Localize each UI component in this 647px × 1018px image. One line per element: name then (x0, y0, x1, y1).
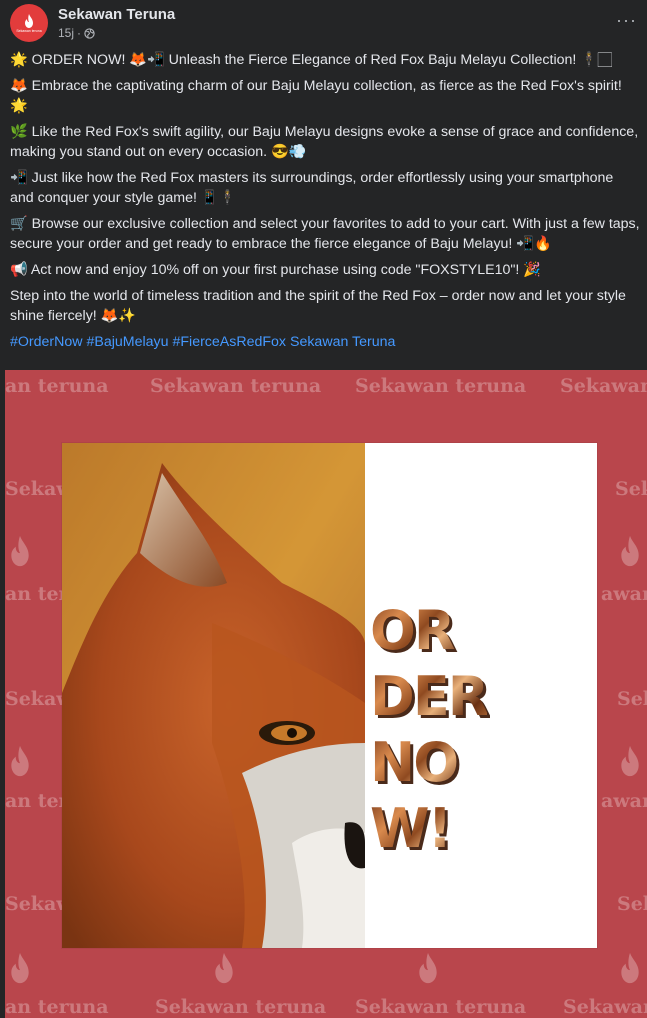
watermark-text: Sek (617, 893, 647, 915)
hashtags: #OrderNow #BajuMelayu #FierceAsRedFox Se… (10, 332, 640, 352)
order-line: DER (370, 665, 489, 728)
watermark-text: Sek (615, 478, 647, 500)
watermark-text: Sekawan teruna (560, 375, 647, 397)
order-line: W! (370, 796, 487, 862)
order-line: OR (370, 598, 487, 664)
watermark-text: Sekawan teruna (355, 375, 527, 397)
watermark-text: Sekawan teruna (155, 996, 327, 1018)
flame-icon (11, 535, 29, 567)
avatar-label: Sekawan teruna (16, 28, 42, 33)
hashtag-link[interactable]: #FierceAsRedFox (172, 334, 286, 350)
post-time[interactable]: 15j (58, 26, 74, 40)
flame-icon (25, 13, 33, 28)
watermark-text: an teruna (5, 996, 109, 1018)
watermark-text: Sekawan teruna (150, 375, 322, 397)
watermark-text: Sek (617, 688, 647, 710)
post-paragraph: 🌟 ORDER NOW! 🦊📲 Unleash the Fierce Elega… (10, 52, 613, 68)
hashtag-link[interactable]: #OrderNow (10, 334, 83, 350)
flame-icon (11, 952, 29, 984)
post-paragraph: 🦊 Embrace the captivating charm of our B… (10, 78, 622, 114)
flame-icon (621, 745, 639, 777)
meta-separator: · (77, 26, 82, 40)
promo-card: OR DER NO W! (62, 443, 597, 948)
watermark-text: awan (601, 583, 647, 605)
post-paragraph: 📢 Act now and enjoy 10% off on your firs… (10, 262, 541, 278)
post-paragraph: Step into the world of timeless traditio… (10, 288, 626, 324)
watermark-text: Sekawan teruna (563, 996, 647, 1018)
post-header: Sekawan teruna Sekawan Teruna 15j · ··· (10, 4, 637, 44)
facebook-post: Sekawan teruna Sekawan Teruna 15j · ··· … (0, 0, 647, 1018)
post-image[interactable]: an teruna Sekawan teruna Sekawan teruna … (5, 370, 647, 1018)
post-meta: 15j · (58, 26, 95, 40)
flame-icon (621, 535, 639, 567)
post-paragraph: 📲 Just like how the Red Fox masters its … (10, 170, 614, 206)
more-options-button[interactable]: ··· (616, 10, 637, 31)
globe-icon (84, 27, 95, 39)
post-paragraph: 🌿 Like the Red Fox's swift agility, our … (10, 124, 639, 160)
flame-icon (419, 952, 437, 984)
watermark-text: Sekawan teruna (355, 996, 527, 1018)
post-paragraph: 🛒 Browse our exclusive collection and se… (10, 216, 640, 252)
watermark-text: an teruna (5, 375, 109, 397)
page-mention-link[interactable]: Sekawan Teruna (290, 334, 395, 350)
order-line: NO (370, 730, 487, 796)
fox-photo (62, 443, 365, 948)
order-now-graphic: OR DER NO W! (370, 598, 489, 862)
post-body: 🌟 ORDER NOW! 🦊📲 Unleash the Fierce Elega… (10, 50, 640, 358)
hashtag-link[interactable]: #BajuMelayu (87, 334, 169, 350)
page-name-link[interactable]: Sekawan Teruna (58, 6, 175, 23)
flame-icon (621, 952, 639, 984)
flame-icon (11, 745, 29, 777)
avatar[interactable]: Sekawan teruna (10, 4, 48, 42)
flame-icon (215, 952, 233, 984)
watermark-text: awan (601, 790, 647, 812)
